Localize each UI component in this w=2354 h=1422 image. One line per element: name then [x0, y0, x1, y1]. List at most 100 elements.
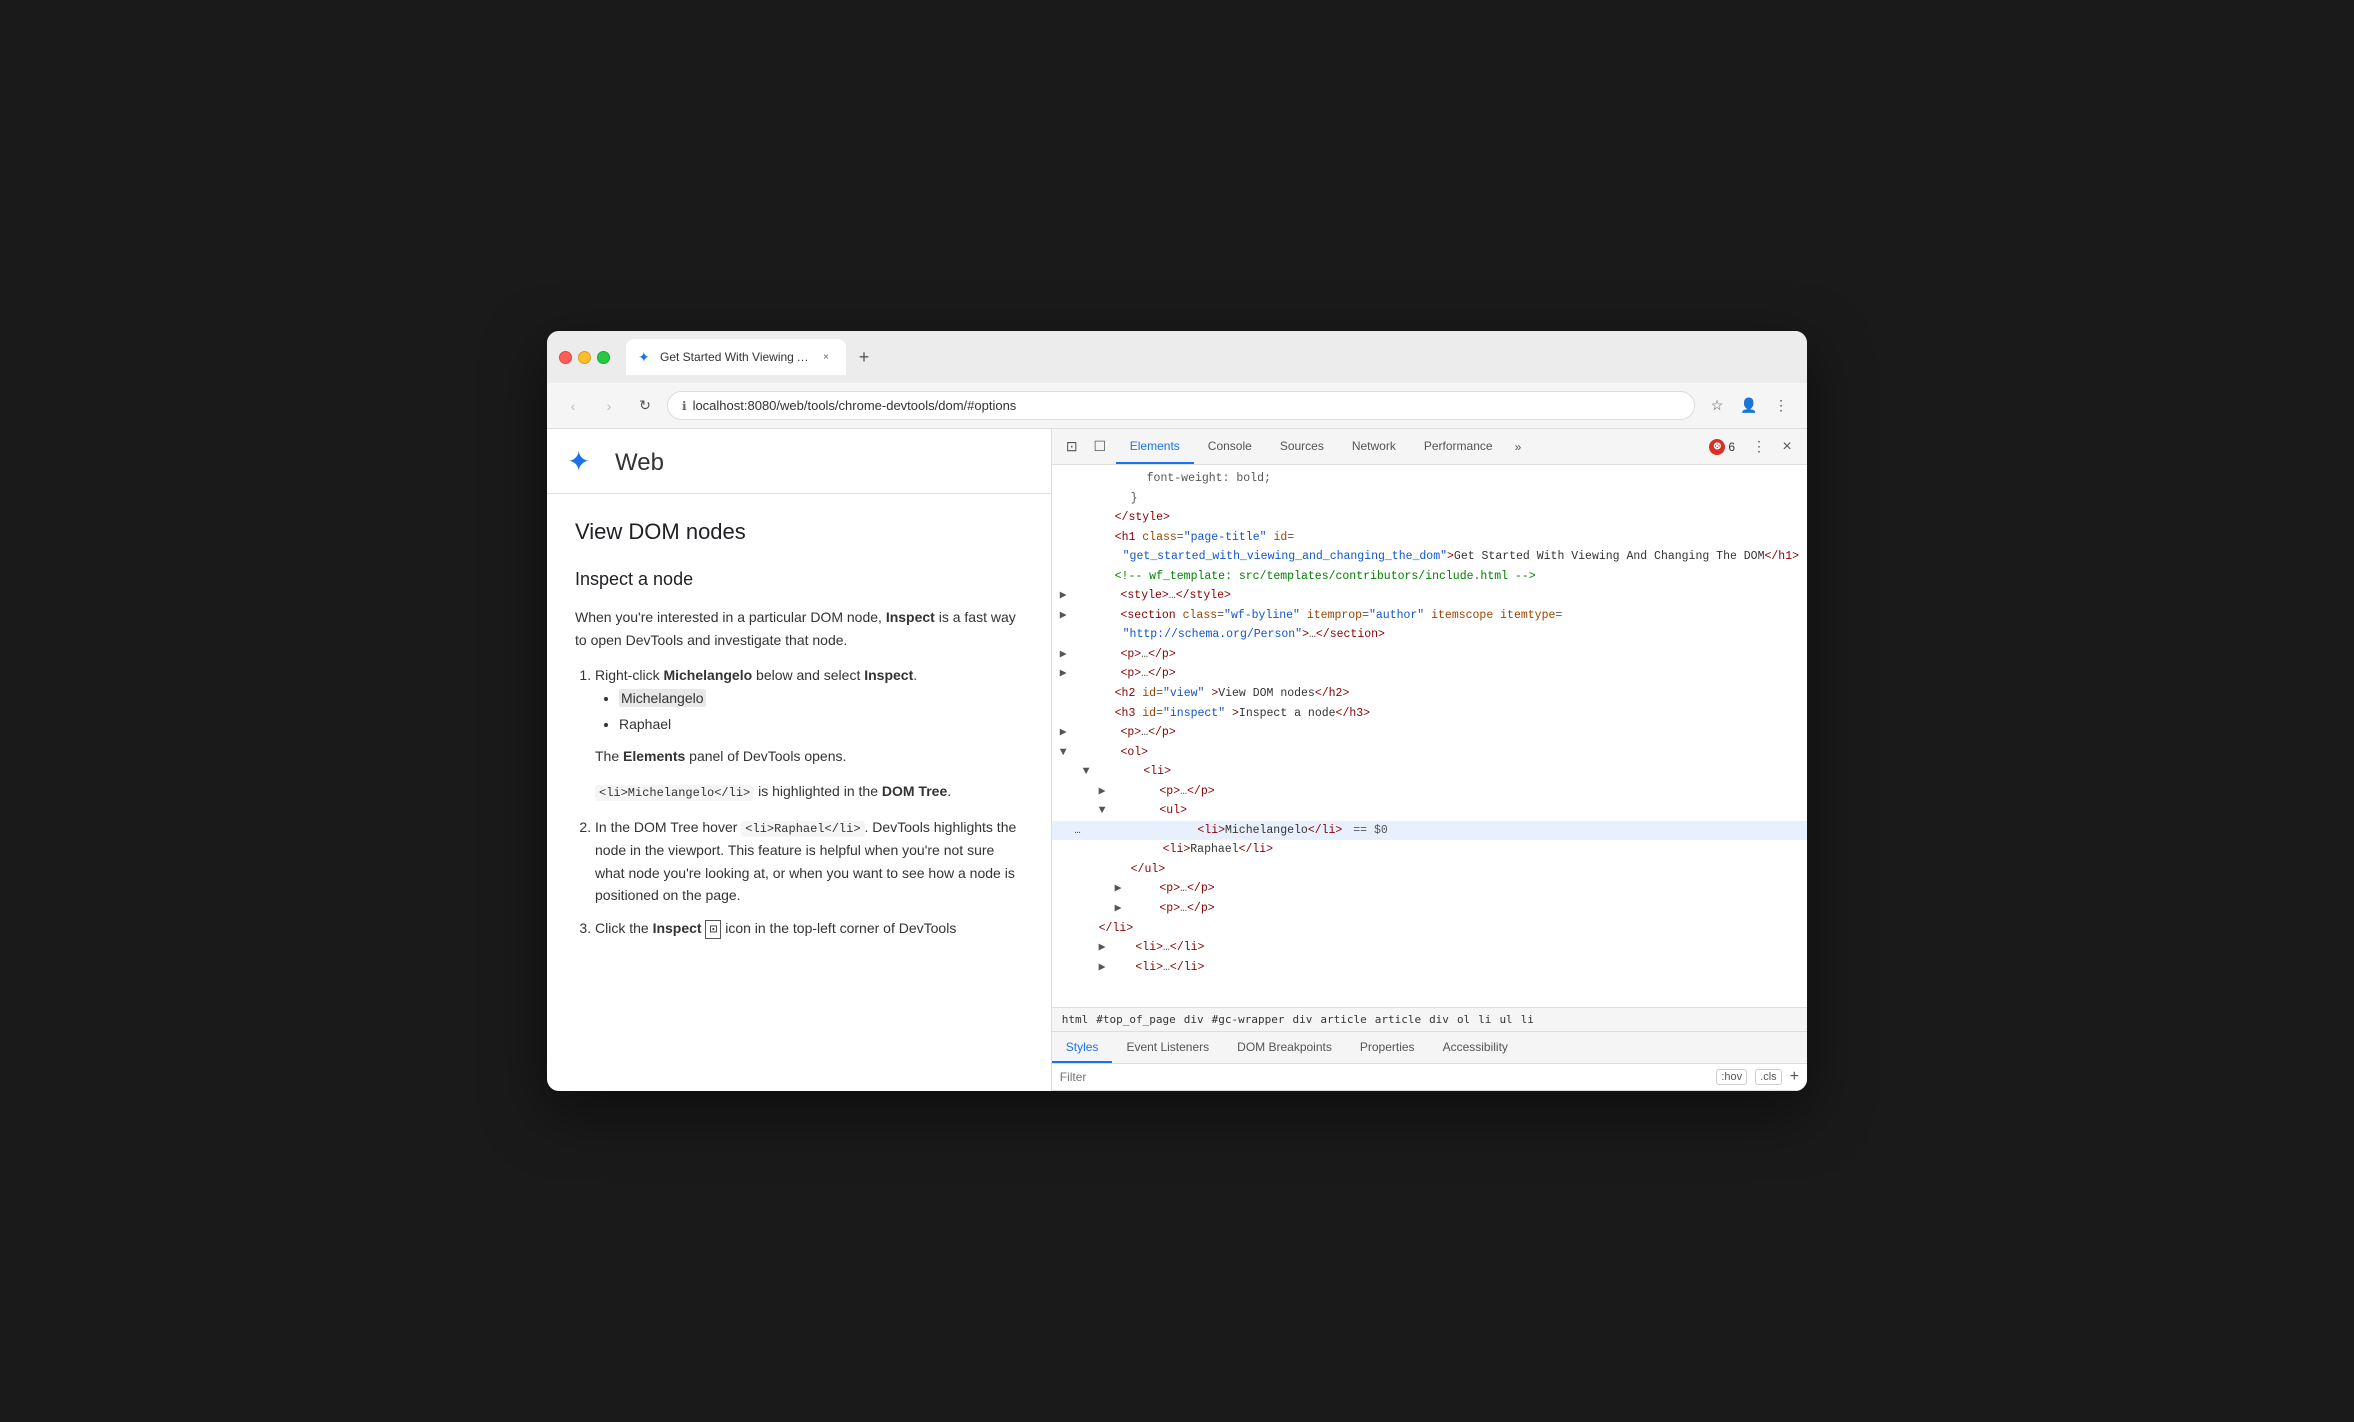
tab-event-listeners[interactable]: Event Listeners	[1112, 1032, 1223, 1063]
p5-ellipsis: …	[1180, 882, 1187, 895]
breadcrumb-div2[interactable]: div	[1290, 1012, 1314, 1027]
collapse-ol-arrow[interactable]: ▼	[1060, 746, 1067, 759]
p2-end: </p>	[1148, 667, 1176, 680]
collapse-p6-arrow[interactable]: ▶	[1115, 902, 1122, 915]
h2-end: </h2>	[1315, 687, 1350, 700]
dom-line: ▶ <li>…</li>	[1052, 938, 1807, 958]
dom-line: <h2 id="view" >View DOM nodes</h2>	[1052, 684, 1807, 704]
tab-dom-breakpoints[interactable]: DOM Breakpoints	[1223, 1032, 1346, 1063]
styles-filter-input[interactable]	[1060, 1070, 1709, 1084]
h1-end-tag: </h1>	[1764, 550, 1799, 563]
li3-ellipsis: …	[1163, 961, 1170, 974]
section-ellipsis: …	[1309, 628, 1316, 641]
new-tab-button[interactable]: +	[850, 343, 878, 371]
h2-id-val: "view"	[1163, 687, 1204, 700]
device-toolbar-button[interactable]: ☐	[1088, 435, 1112, 459]
tab-properties[interactable]: Properties	[1346, 1032, 1429, 1063]
breadcrumb-gc-wrapper[interactable]: #gc-wrapper	[1210, 1012, 1287, 1027]
webpage-body: View DOM nodes Inspect a node When you'r…	[547, 494, 1051, 972]
ellipsis-marker: …	[1075, 826, 1081, 837]
dom-line: }	[1052, 489, 1807, 509]
back-button[interactable]: ‹	[559, 392, 587, 420]
breadcrumb-html[interactable]: html	[1060, 1012, 1091, 1027]
h1-close-bracket: >	[1447, 550, 1454, 563]
dom-line: <!-- wf_template: src/templates/contribu…	[1052, 567, 1807, 587]
tab-close-button[interactable]: ×	[818, 349, 834, 365]
collapse-style-arrow[interactable]: ▶	[1060, 589, 1067, 602]
p6-end: </p>	[1187, 902, 1215, 915]
breadcrumb-li2[interactable]: li	[1519, 1012, 1536, 1027]
cls-filter-badge[interactable]: .cls	[1755, 1069, 1782, 1085]
close-window-button[interactable]	[559, 351, 572, 364]
collapse-p1-arrow[interactable]: ▶	[1060, 648, 1067, 661]
dom-line: ▶ <p>…</p>	[1052, 645, 1807, 665]
tab-accessibility[interactable]: Accessibility	[1429, 1032, 1522, 1063]
breadcrumb-article1[interactable]: article	[1318, 1012, 1368, 1027]
devtools-close-button[interactable]: ×	[1775, 435, 1799, 459]
dom-line: ▶ <p>…</p>	[1052, 664, 1807, 684]
breadcrumb-div1[interactable]: div	[1182, 1012, 1206, 1027]
add-style-button[interactable]: +	[1790, 1068, 1799, 1086]
highlighted-michelangelo: Michelangelo	[619, 689, 706, 707]
tab-styles[interactable]: Styles	[1052, 1032, 1113, 1063]
web-logo-icon: ✦	[567, 445, 603, 481]
hov-filter-badge[interactable]: :hov	[1716, 1069, 1747, 1085]
breadcrumb-li[interactable]: li	[1476, 1012, 1493, 1027]
dom-line: <li>Raphael</li>	[1052, 840, 1807, 860]
breadcrumb-top-of-page[interactable]: #top_of_page	[1094, 1012, 1177, 1027]
inspect-element-button[interactable]: ⊡	[1060, 435, 1084, 459]
step-2: In the DOM Tree hover <li>Raphael</li>. …	[595, 816, 1023, 906]
tab-sources[interactable]: Sources	[1266, 429, 1338, 464]
p3-end: </p>	[1148, 726, 1176, 739]
dom-tree[interactable]: font-weight: bold; } </style> <h1 class=…	[1052, 465, 1807, 1007]
dom-line: ▼ <li>	[1052, 762, 1807, 782]
tab-console[interactable]: Console	[1194, 429, 1266, 464]
breadcrumb-article2[interactable]: article	[1373, 1012, 1423, 1027]
browser-tab[interactable]: ✦ Get Started With Viewing And ×	[626, 339, 846, 375]
li-michelangelo-text: Michelangelo	[1225, 824, 1308, 837]
ul-open-tag: <ul>	[1159, 804, 1187, 817]
devtools-menu-button[interactable]: ⋮	[1747, 435, 1771, 459]
forward-button[interactable]: ›	[595, 392, 623, 420]
collapse-p4-arrow[interactable]: ▶	[1099, 785, 1106, 798]
collapse-li2-arrow[interactable]: ▶	[1099, 941, 1106, 954]
devtools-panel: ⊡ ☐ Elements Console Sources Network Per…	[1052, 429, 1807, 1091]
h1-id-attr: id	[1273, 531, 1287, 544]
maximize-window-button[interactable]	[597, 351, 610, 364]
collapse-li-arrow[interactable]: ▼	[1083, 765, 1090, 778]
selected-dom-line[interactable]: … <li>Michelangelo</li> == $0	[1052, 821, 1807, 841]
step-1-note: The Elements panel of DevTools opens.	[595, 745, 1023, 768]
minimize-window-button[interactable]	[578, 351, 591, 364]
step-1: Right-click Michelangelo below and selec…	[595, 664, 1023, 804]
css-brace: }	[1131, 492, 1138, 505]
tab-network[interactable]: Network	[1338, 429, 1410, 464]
account-button[interactable]: 👤	[1735, 392, 1763, 420]
bookmark-button[interactable]: ☆	[1703, 392, 1731, 420]
reload-button[interactable]: ↻	[631, 392, 659, 420]
devtools-tabs: Elements Console Sources Network Perform…	[1116, 429, 1706, 464]
collapse-p2-arrow[interactable]: ▶	[1060, 667, 1067, 680]
tab-title: Get Started With Viewing And	[660, 350, 812, 364]
section-class-val: "wf-byline"	[1224, 609, 1300, 622]
dom-line: ▶ <p>…</p>	[1052, 782, 1807, 802]
tab-elements[interactable]: Elements	[1116, 429, 1194, 464]
h3-text: Inspect a node	[1239, 707, 1336, 720]
h3-open: <h3	[1115, 707, 1143, 720]
section-class-attr: class	[1183, 609, 1218, 622]
more-tabs-button[interactable]: »	[1507, 429, 1530, 464]
breadcrumb-ol[interactable]: ol	[1455, 1012, 1472, 1027]
breadcrumb-div3[interactable]: div	[1427, 1012, 1451, 1027]
collapse-ul-arrow[interactable]: ▼	[1099, 804, 1106, 817]
collapse-section-arrow[interactable]: ▶	[1060, 609, 1067, 622]
error-badge: ⊗ 6	[1709, 439, 1735, 455]
dom-line: <h1 class="page-title" id= "get_started_…	[1052, 528, 1807, 567]
tab-performance[interactable]: Performance	[1410, 429, 1507, 464]
address-input[interactable]: ℹ localhost:8080/web/tools/chrome-devtoo…	[667, 391, 1695, 420]
collapse-p3-arrow[interactable]: ▶	[1060, 726, 1067, 739]
li-raphael-end: </li>	[1239, 843, 1274, 856]
collapse-li3-arrow[interactable]: ▶	[1099, 961, 1106, 974]
browser-menu-button[interactable]: ⋮	[1767, 392, 1795, 420]
collapse-p5-arrow[interactable]: ▶	[1115, 882, 1122, 895]
breadcrumb-ul[interactable]: ul	[1497, 1012, 1514, 1027]
step-1-subitems: Michelangelo Raphael	[619, 687, 1023, 736]
